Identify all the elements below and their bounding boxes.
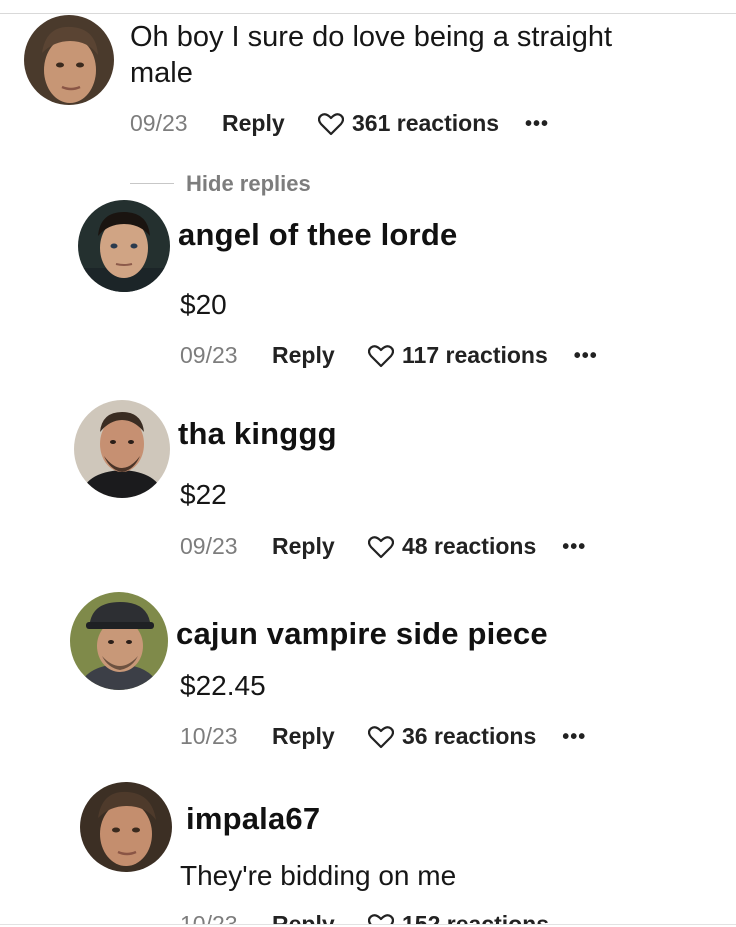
heart-icon[interactable] — [318, 112, 344, 136]
reply-date: 10/23 — [180, 723, 238, 749]
reactions-count[interactable]: 117 reactions — [402, 342, 548, 369]
reply-text: They're bidding on me — [180, 860, 457, 891]
reply-date: 10/23 — [180, 913, 272, 924]
reply-button[interactable]: Reply — [272, 342, 368, 369]
username[interactable]: cajun vampire side piece — [176, 616, 548, 652]
more-options-icon[interactable]: ••• — [562, 727, 586, 747]
reply-date: 09/23 — [180, 533, 238, 559]
hide-replies-button[interactable]: Hide replies — [186, 171, 311, 197]
avatar[interactable] — [80, 782, 172, 872]
reply-date: 09/23 — [180, 342, 238, 368]
avatar-image — [74, 400, 170, 498]
more-options-icon[interactable]: ••• — [574, 346, 598, 366]
reply-text: $20 — [180, 289, 227, 320]
reply-button[interactable]: Reply — [272, 913, 368, 924]
avatar[interactable] — [70, 592, 168, 690]
reactions-count[interactable]: 36 reactions — [402, 723, 536, 750]
reply-button[interactable]: Reply — [272, 723, 368, 750]
comment-text: Oh boy I sure do love being a straight m… — [130, 21, 613, 89]
heart-icon[interactable] — [368, 725, 394, 749]
reply-text: $22.45 — [180, 670, 266, 701]
top-divider — [0, 13, 736, 14]
avatar-image — [70, 592, 168, 690]
avatar[interactable] — [74, 400, 170, 498]
avatar-image — [80, 782, 172, 872]
cutoff-area: 10/23 Reply 152 reactions — [0, 913, 736, 924]
username[interactable]: tha kinggg — [178, 416, 337, 452]
hide-replies-line — [130, 183, 174, 184]
reactions-count[interactable]: 361 reactions — [352, 110, 499, 137]
avatar-image — [24, 15, 114, 105]
reactions-count[interactable]: 48 reactions — [402, 533, 536, 560]
reply-button[interactable]: Reply — [222, 110, 318, 137]
reply-button[interactable]: Reply — [272, 533, 368, 560]
username[interactable]: angel of thee lorde — [178, 217, 457, 253]
avatar-image — [78, 200, 170, 292]
heart-icon[interactable] — [368, 344, 394, 368]
avatar[interactable] — [24, 15, 114, 105]
reply-text: $22 — [180, 479, 227, 510]
avatar[interactable] — [78, 200, 170, 292]
reply-meta: 10/23 Reply 152 reactions — [180, 913, 549, 924]
more-options-icon[interactable]: ••• — [525, 114, 549, 134]
bottom-divider — [0, 924, 736, 925]
reactions-count[interactable]: 152 reactions — [402, 913, 549, 924]
reply-meta: 10/23 Reply 36 reactions ••• — [180, 723, 586, 750]
more-options-icon[interactable]: ••• — [562, 537, 586, 557]
comment-meta: 09/23 Reply 361 reactions ••• — [130, 110, 549, 137]
heart-icon[interactable] — [368, 535, 394, 559]
comment-date: 09/23 — [130, 110, 188, 136]
heart-icon[interactable] — [368, 913, 394, 924]
reply-meta: 09/23 Reply 48 reactions ••• — [180, 533, 586, 560]
reply-meta: 09/23 Reply 117 reactions ••• — [180, 342, 598, 369]
username[interactable]: impala67 — [186, 801, 320, 837]
